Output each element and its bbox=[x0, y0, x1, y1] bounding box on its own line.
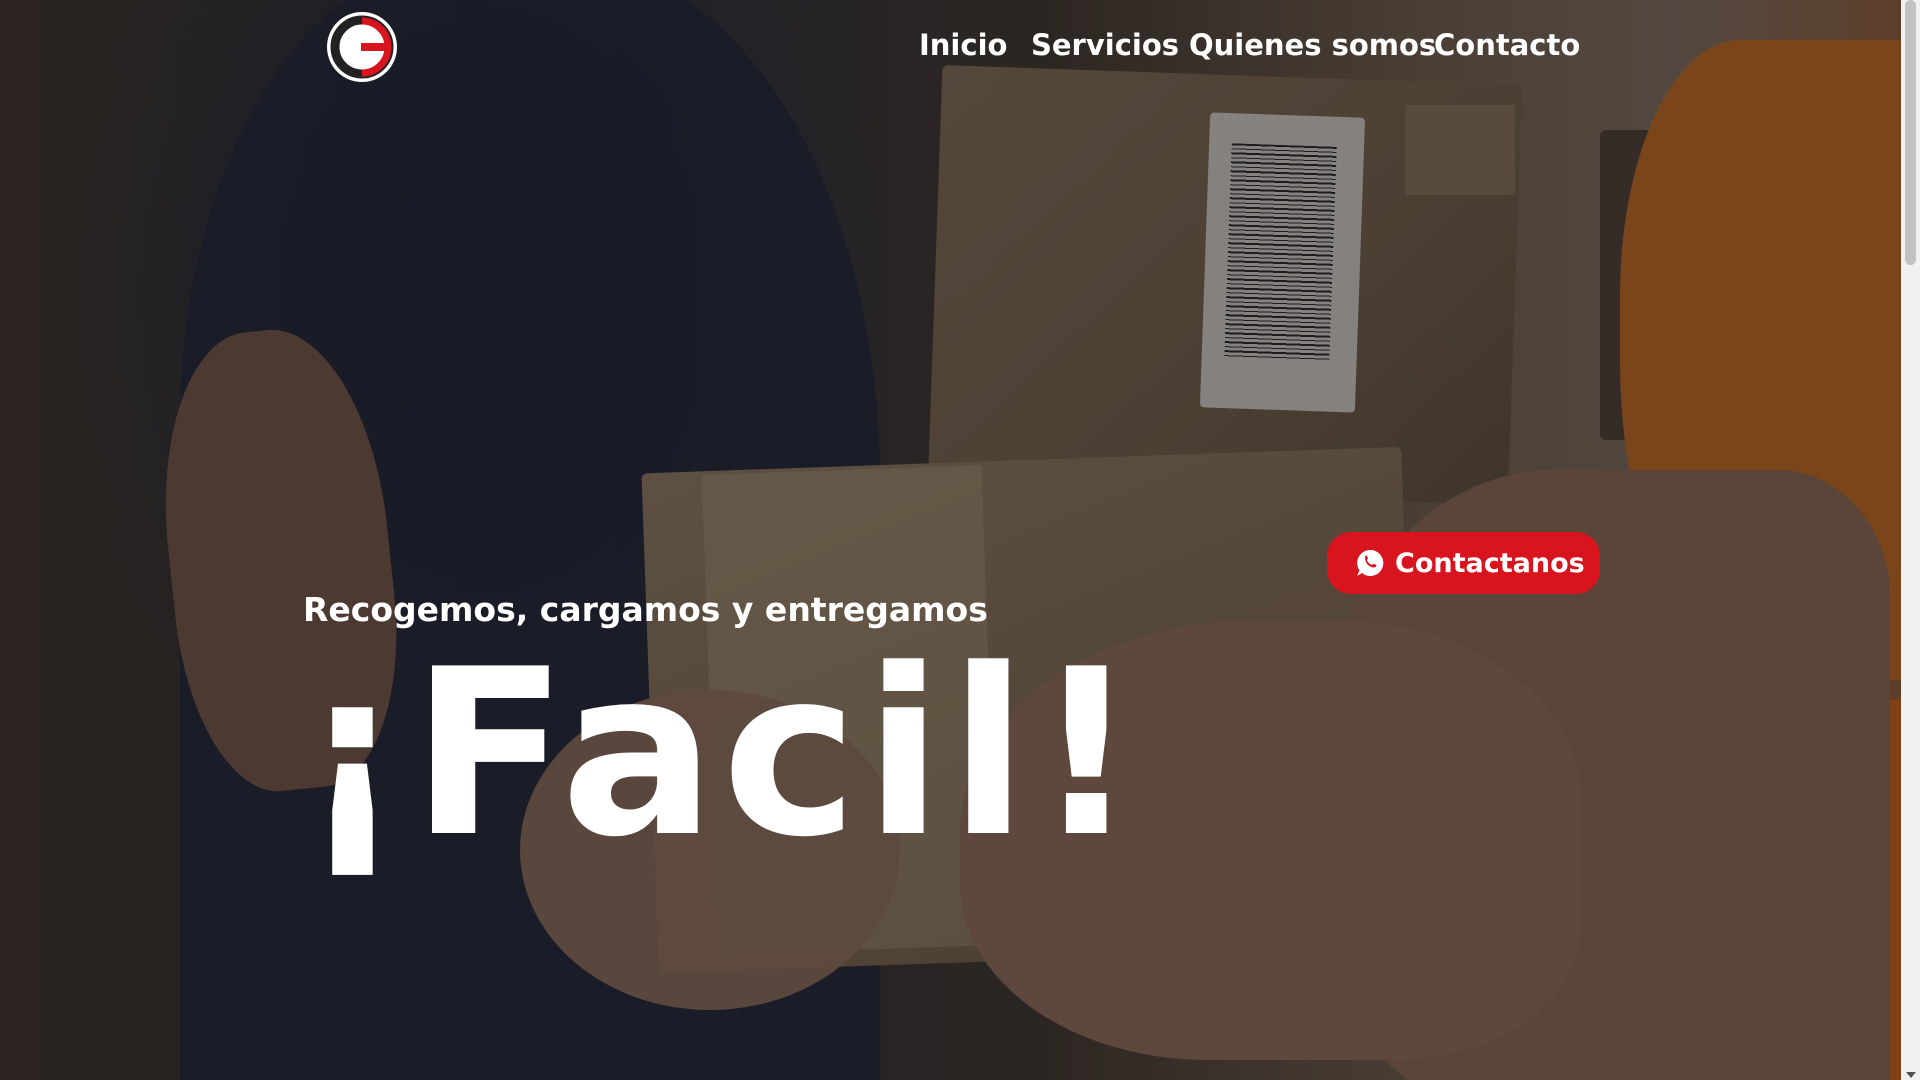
contact-button-label: Contactanos bbox=[1395, 547, 1585, 579]
scrollbar-thumb[interactable] bbox=[1905, 0, 1916, 265]
contact-whatsapp-button[interactable]: Contactanos bbox=[1327, 532, 1600, 594]
whatsapp-icon bbox=[1355, 548, 1385, 578]
main-nav: Inicio Servicios Quienes somos Contacto bbox=[0, 28, 1901, 72]
scroll-down-arrow-icon[interactable] bbox=[1906, 1072, 1916, 1078]
nav-item-servicios[interactable]: Servicios bbox=[1031, 28, 1179, 62]
hero-overlay bbox=[0, 0, 1901, 1080]
nav-item-inicio[interactable]: Inicio bbox=[919, 28, 1007, 62]
hero-headline: ¡Facil! bbox=[300, 621, 1145, 888]
hero-background-image bbox=[0, 0, 1901, 1080]
nav-item-quienes-somos[interactable]: Quienes somos bbox=[1189, 28, 1436, 62]
page-scrollbar[interactable] bbox=[1901, 0, 1920, 1080]
nav-item-contacto[interactable]: Contacto bbox=[1434, 28, 1580, 62]
